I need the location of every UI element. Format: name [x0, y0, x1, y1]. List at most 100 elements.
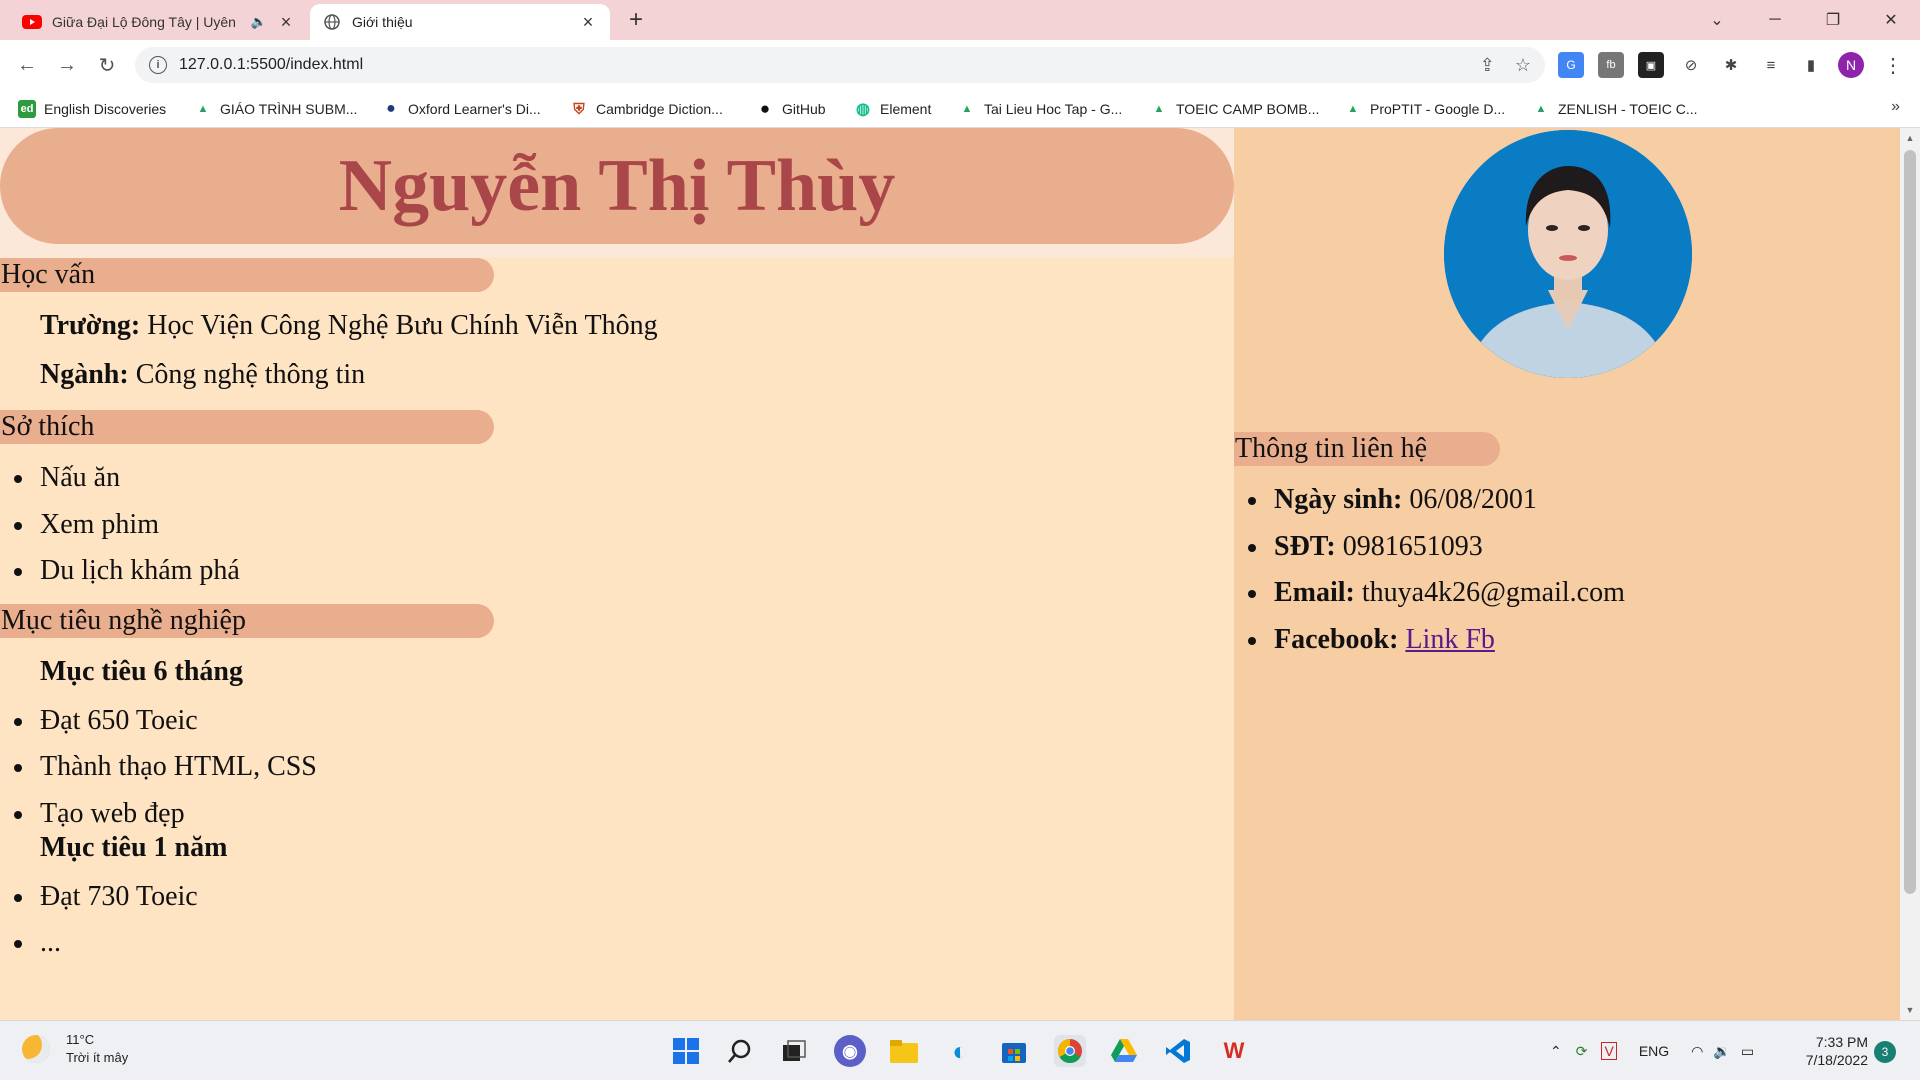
tab-title: Giới thiệu [352, 14, 413, 30]
google-drive-app-icon[interactable] [1108, 1035, 1140, 1067]
share-icon[interactable]: ⇪ [1480, 55, 1495, 76]
microsoft-store-icon[interactable] [998, 1035, 1030, 1067]
address-bar[interactable]: i 127.0.0.1:5500/index.html ⇪ ☆ [135, 47, 1545, 83]
bookmark-github[interactable]: ● GitHub [756, 98, 826, 120]
career-heading: Mục tiêu nghề nghiệp [0, 604, 494, 638]
vscode-icon[interactable] [1162, 1035, 1194, 1067]
minimize-icon[interactable]: ─ [1752, 0, 1798, 40]
new-tab-button[interactable]: + [622, 6, 650, 34]
page-viewport: Nguyễn Thị Thùy Học vấn Trường: Học Viện… [0, 128, 1900, 1020]
school-label: Trường: [40, 310, 141, 341]
restore-icon[interactable]: ❐ [1810, 0, 1856, 40]
email-row: Email: thuya4k26@gmail.com [1248, 577, 1625, 608]
bookmark-label: Cambridge Diction... [596, 101, 723, 117]
profile-avatar[interactable]: N [1838, 52, 1864, 78]
scroll-down-icon[interactable]: ▼ [1904, 1004, 1916, 1016]
wifi-icon[interactable]: ◠ [1691, 1043, 1703, 1060]
close-tab-icon[interactable]: × [578, 12, 598, 32]
list-item: Xem phim [14, 507, 159, 543]
element-icon: ◍ [856, 101, 870, 118]
notification-badge[interactable]: 3 [1874, 1041, 1896, 1063]
major-label: Ngành: [40, 359, 129, 390]
globe-icon [322, 12, 342, 32]
compass-extension-icon[interactable]: ⊘ [1678, 52, 1704, 78]
clock-time: 7:33 PM [1815, 1034, 1868, 1050]
bookmark-label: GIÁO TRÌNH SUBM... [220, 101, 358, 117]
close-tab-icon[interactable]: × [276, 12, 296, 32]
clock-date: 7/18/2022 [1805, 1052, 1868, 1068]
bookmark-label: Oxford Learner's Di... [408, 101, 541, 117]
bookmark-label: TOEIC CAMP BOMB... [1176, 101, 1320, 117]
battery-icon[interactable]: ▭ [1741, 1043, 1754, 1060]
task-view-icon[interactable] [778, 1035, 810, 1067]
hobby-text: Xem phim [40, 509, 159, 540]
close-window-icon[interactable]: ✕ [1868, 0, 1914, 40]
chrome-icon[interactable] [1054, 1035, 1086, 1067]
oxford-icon: ● [386, 100, 396, 117]
back-icon[interactable]: ← [12, 50, 42, 80]
github-icon: ● [759, 99, 771, 118]
email-value: thuya4k26@gmail.com [1361, 577, 1625, 608]
language-indicator[interactable]: ENG [1639, 1043, 1669, 1059]
menu-icon[interactable]: ⋮ [1880, 52, 1906, 78]
bookmark-cambridge[interactable]: ⛨ Cambridge Diction... [570, 98, 723, 120]
list-item: Tạo web đẹp [14, 796, 185, 832]
speaker-icon[interactable]: 🔈 [250, 13, 268, 31]
bookmark-giao-trinh[interactable]: ▲ GIÁO TRÌNH SUBM... [194, 98, 358, 120]
hobby-text: Du lịch khám phá [40, 555, 240, 586]
volume-icon[interactable]: 🔉 [1713, 1043, 1730, 1060]
weather-text: 11°C Trời ít mây [66, 1031, 128, 1067]
tab-gioi-thieu[interactable]: Giới thiệu × [310, 4, 610, 40]
goal-title-text: Mục tiêu 1 năm [40, 832, 228, 863]
scroll-thumb[interactable] [1904, 150, 1916, 894]
bookmark-proptit[interactable]: ▲ ProPTIT - Google D... [1344, 98, 1506, 120]
scroll-up-icon[interactable]: ▲ [1904, 132, 1916, 144]
bookmark-zenlish[interactable]: ▲ ZENLISH - TOEIC C... [1532, 98, 1698, 120]
bookmark-label: ZENLISH - TOEIC C... [1558, 101, 1698, 117]
hobbies-heading: Sở thích [0, 410, 494, 444]
drive-icon: ▲ [1347, 103, 1359, 115]
wps-office-icon[interactable]: W [1218, 1035, 1250, 1067]
page-scrollbar[interactable]: ▲ ▼ [1900, 128, 1920, 1020]
tab-youtube[interactable]: Giữa Đại Lộ Đông Tây | Uyên 🔈 × [10, 4, 308, 40]
goal-title-text: Mục tiêu 6 tháng [40, 656, 243, 687]
tab-search-icon[interactable]: ⌄ [1694, 0, 1740, 40]
sync-icon[interactable]: ⟳ [1576, 1043, 1588, 1060]
edge-icon[interactable]: ◐ [944, 1035, 976, 1067]
antivirus-icon[interactable]: V [1601, 1042, 1617, 1060]
system-tray: ⌃ ⟳ V ENG ◠ 🔉 ▭ [1550, 1021, 1754, 1080]
extension-icon[interactable]: fb [1598, 52, 1624, 78]
forward-icon[interactable]: → [52, 50, 82, 80]
translate-extension-icon[interactable]: G [1558, 52, 1584, 78]
site-info-icon[interactable]: i [149, 56, 167, 74]
bookmark-icon: ed [18, 100, 36, 118]
file-explorer-icon[interactable] [888, 1035, 920, 1067]
bookmark-toeic-camp[interactable]: ▲ TOEIC CAMP BOMB... [1150, 98, 1320, 120]
show-hidden-icons-icon[interactable]: ⌃ [1550, 1043, 1562, 1060]
bookmarks-overflow-button[interactable]: » [1891, 98, 1900, 116]
list-item: Email: thuya4k26@gmail.com [1248, 575, 1625, 611]
bookmark-oxford[interactable]: ● Oxford Learner's Di... [382, 98, 541, 120]
address-url[interactable]: 127.0.0.1:5500/index.html [179, 56, 363, 74]
hobby-text: Nấu ăn [40, 462, 121, 493]
side-panel-icon[interactable]: ▮ [1798, 52, 1824, 78]
weather-widget[interactable]: 11°C Trời ít mây [22, 1031, 128, 1067]
goal-text: Thành thạo HTML, CSS [40, 751, 317, 782]
list-item: Nấu ăn [14, 460, 120, 496]
chat-icon[interactable]: ◉ [834, 1035, 866, 1067]
windows-start-icon[interactable] [670, 1035, 702, 1067]
facebook-link[interactable]: Link Fb [1405, 624, 1494, 655]
bookmark-english-discoveries[interactable]: ed English Discoveries [18, 98, 166, 120]
bookmark-element[interactable]: ◍ Element [854, 98, 931, 120]
extension-badge-icon[interactable]: ▣ [1638, 52, 1664, 78]
media-control-icon[interactable]: ≡ [1758, 52, 1784, 78]
bookmark-star-icon[interactable]: ☆ [1515, 55, 1531, 76]
puzzle-extensions-icon[interactable]: ✱ [1718, 52, 1744, 78]
major-value: Công nghệ thông tin [135, 359, 366, 390]
reload-icon[interactable]: ↻ [92, 50, 122, 80]
dob-value: 06/08/2001 [1409, 484, 1537, 515]
clock[interactable]: 7:33 PM 7/18/2022 [1790, 1033, 1868, 1069]
email-label: Email: [1274, 577, 1355, 608]
search-icon[interactable] [724, 1035, 756, 1067]
bookmark-tai-lieu[interactable]: ▲ Tai Lieu Hoc Tap - G... [958, 98, 1123, 120]
